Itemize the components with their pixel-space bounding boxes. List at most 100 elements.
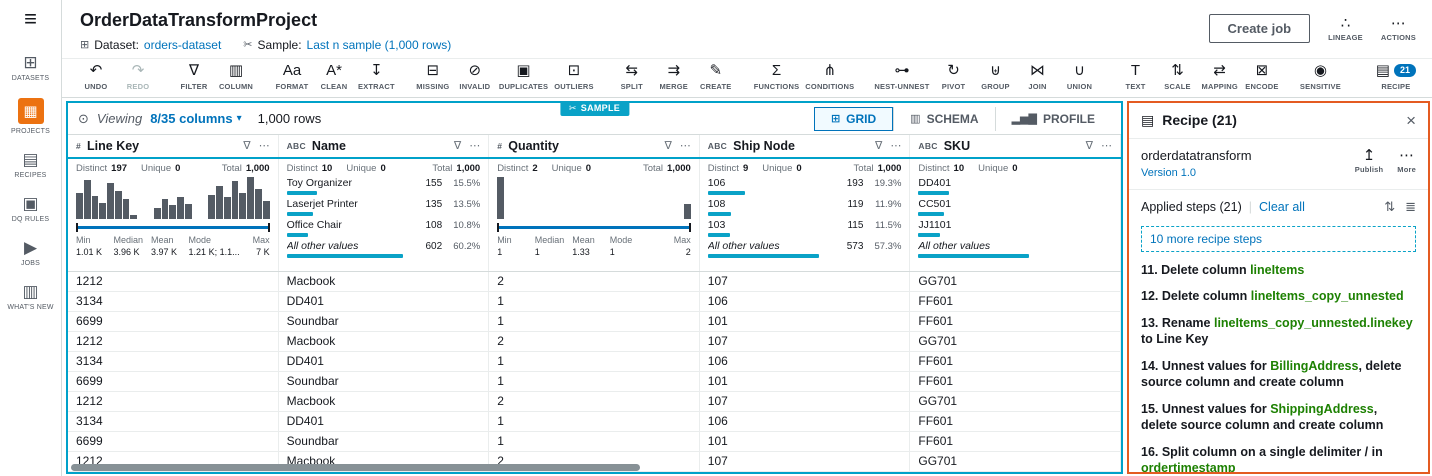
slider-handle-right[interactable] bbox=[267, 222, 270, 232]
recipe-toggle-button[interactable]: ▤ 21 RECIPE bbox=[1376, 62, 1422, 91]
table-cell[interactable]: FF601 bbox=[910, 431, 1121, 451]
tab-profile[interactable]: ▂▅▇ PROFILE bbox=[994, 106, 1111, 131]
column-more-icon[interactable]: ⋯ bbox=[680, 139, 691, 152]
toolbar-outliers-button[interactable]: ⊡ OUTLIERS bbox=[552, 62, 596, 91]
table-cell[interactable]: 1212 bbox=[68, 391, 279, 411]
table-cell[interactable]: 101 bbox=[700, 431, 911, 451]
table-row[interactable]: 1212 Macbook 2 107 GG701 bbox=[68, 331, 1121, 352]
column-more-icon[interactable]: ⋯ bbox=[259, 139, 270, 152]
toolbar-text-button[interactable]: T TEXT bbox=[1116, 62, 1156, 91]
recipe-step[interactable]: 13. Rename lineItems_copy_unnested.linek… bbox=[1141, 315, 1416, 348]
value-entry[interactable]: DD401 bbox=[918, 177, 1112, 195]
publish-button[interactable]: ↥ Publish bbox=[1355, 148, 1384, 174]
value-entry[interactable]: All other values 602 60.2% bbox=[286, 240, 480, 258]
table-cell[interactable]: GG701 bbox=[910, 331, 1121, 351]
recipe-step[interactable]: 16. Split column on a single delimiter /… bbox=[1141, 444, 1416, 472]
table-cell[interactable]: 1212 bbox=[68, 271, 279, 291]
close-icon[interactable]: × bbox=[1406, 112, 1416, 129]
table-cell[interactable]: Soundbar bbox=[279, 431, 490, 451]
toolbar-pivot-button[interactable]: ↻ PIVOT bbox=[934, 62, 974, 91]
value-entry[interactable]: Office Chair 108 10.8% bbox=[286, 219, 480, 237]
table-row[interactable]: 6699 Soundbar 1 101 FF601 bbox=[68, 311, 1121, 332]
table-cell[interactable]: GG701 bbox=[910, 271, 1121, 291]
table-cell[interactable]: 2 bbox=[489, 391, 700, 411]
filter-icon[interactable]: ∇ bbox=[664, 139, 671, 152]
column-header-line-key[interactable]: # Line Key ∇ ⋯ bbox=[68, 134, 279, 157]
filter-icon[interactable]: ∇ bbox=[1086, 139, 1093, 152]
lineage-button[interactable]: ∴ LINEAGE bbox=[1328, 16, 1363, 42]
sidebar-item-dq-rules[interactable]: ▣ DQ RULES bbox=[7, 187, 53, 231]
table-cell[interactable]: 1 bbox=[489, 431, 700, 451]
table-row[interactable]: 1212 Macbook 2 107 GG701 bbox=[68, 271, 1121, 292]
sidebar-item-datasets[interactable]: ⊞ DATASETS bbox=[7, 46, 53, 90]
recipe-more-button[interactable]: ⋯ More bbox=[1397, 148, 1416, 174]
table-cell[interactable]: FF601 bbox=[910, 311, 1121, 331]
table-cell[interactable]: 107 bbox=[700, 391, 911, 411]
toolbar-nest-unnest-button[interactable]: ⊶ NEST-UNNEST bbox=[872, 62, 931, 91]
toolbar-conditions-button[interactable]: ⋔ CONDITIONS bbox=[803, 62, 856, 91]
sidebar-item-whats-new[interactable]: ▥ WHAT'S NEW bbox=[7, 275, 53, 319]
column-header-sku[interactable]: ABC SKU ∇ ⋯ bbox=[910, 134, 1121, 157]
table-row[interactable]: 6699 Soundbar 1 101 FF601 bbox=[68, 431, 1121, 452]
toolbar-duplicates-button[interactable]: ▣ DUPLICATES bbox=[497, 62, 550, 91]
table-cell[interactable]: 106 bbox=[700, 291, 911, 311]
column-header-ship-node[interactable]: ABC Ship Node ∇ ⋯ bbox=[700, 134, 911, 157]
slider-handle-right[interactable] bbox=[688, 222, 691, 232]
table-cell[interactable]: Macbook bbox=[279, 331, 490, 351]
recipe-step[interactable]: 15. Unnest values for ShippingAddress, d… bbox=[1141, 401, 1416, 434]
columns-selector[interactable]: 8/35 columns ▾ bbox=[150, 111, 241, 126]
range-slider[interactable] bbox=[497, 222, 691, 232]
value-entry[interactable]: CC501 bbox=[918, 198, 1112, 216]
table-cell[interactable]: 1 bbox=[489, 411, 700, 431]
table-cell[interactable]: 3134 bbox=[68, 291, 279, 311]
toolbar-sensitive-button[interactable]: ◉ SENSITIVE bbox=[1298, 62, 1343, 91]
horizontal-scrollbar[interactable] bbox=[71, 464, 640, 471]
table-cell[interactable]: 3134 bbox=[68, 411, 279, 431]
table-cell[interactable]: 6699 bbox=[68, 311, 279, 331]
create-job-button[interactable]: Create job bbox=[1208, 14, 1311, 43]
table-cell[interactable]: 1 bbox=[489, 311, 700, 331]
value-entry[interactable]: All other values bbox=[918, 240, 1112, 258]
table-cell[interactable]: DD401 bbox=[279, 291, 490, 311]
tab-grid[interactable]: ⊞ GRID bbox=[813, 106, 894, 131]
toolbar-group-button[interactable]: ⊎ GROUP bbox=[976, 62, 1016, 91]
actions-button[interactable]: ⋯ ACTIONS bbox=[1381, 16, 1416, 42]
toolbar-mapping-button[interactable]: ⇄ MAPPING bbox=[1200, 62, 1240, 91]
recipe-step[interactable]: 11. Delete column lineItems bbox=[1141, 262, 1416, 279]
filter-icon[interactable]: ∇ bbox=[454, 139, 461, 152]
table-cell[interactable]: Macbook bbox=[279, 391, 490, 411]
sidebar-item-projects[interactable]: ▦ PROJECTS bbox=[7, 90, 53, 143]
clear-all-link[interactable]: Clear all bbox=[1259, 200, 1305, 214]
toolbar-functions-button[interactable]: Σ FUNCTIONS bbox=[752, 62, 802, 91]
table-cell[interactable]: 3134 bbox=[68, 351, 279, 371]
toolbar-filter-button[interactable]: ∇ FILTER bbox=[174, 62, 214, 91]
sidebar-item-recipes[interactable]: ▤ RECIPES bbox=[7, 143, 53, 187]
menu-icon[interactable]: ≡ bbox=[24, 8, 37, 30]
table-cell[interactable]: 2 bbox=[489, 271, 700, 291]
column-more-icon[interactable]: ⋯ bbox=[890, 139, 901, 152]
range-slider[interactable] bbox=[76, 222, 270, 232]
table-cell[interactable]: 1 bbox=[489, 371, 700, 391]
filter-icon[interactable]: ∇ bbox=[875, 139, 882, 152]
toolbar-scale-button[interactable]: ⇅ SCALE bbox=[1158, 62, 1198, 91]
value-entry[interactable]: Laserjet Printer 135 13.5% bbox=[286, 198, 480, 216]
sidebar-item-jobs[interactable]: ▶ JOBS bbox=[7, 231, 53, 275]
slider-handle-left[interactable] bbox=[76, 222, 78, 232]
toolbar-encode-button[interactable]: ⊠ ENCODE bbox=[1242, 62, 1282, 91]
table-cell[interactable]: 107 bbox=[700, 451, 911, 471]
table-cell[interactable]: DD401 bbox=[279, 411, 490, 431]
toolbar-clean-button[interactable]: A* CLEAN bbox=[314, 62, 354, 91]
sample-link[interactable]: Last n sample (1,000 rows) bbox=[307, 38, 452, 52]
table-row[interactable]: 6699 Soundbar 1 101 FF601 bbox=[68, 371, 1121, 392]
list-view-icon[interactable]: ≣ bbox=[1405, 199, 1416, 215]
recipe-version-link[interactable]: Version 1.0 bbox=[1141, 167, 1252, 179]
value-entry[interactable]: 108 119 11.9% bbox=[707, 198, 901, 216]
slider-handle-left[interactable] bbox=[497, 222, 500, 232]
toolbar-join-button[interactable]: ⋈ JOIN bbox=[1018, 62, 1058, 91]
column-more-icon[interactable]: ⋯ bbox=[469, 139, 480, 152]
toolbar-create-button[interactable]: ✎ CREATE bbox=[696, 62, 736, 91]
toolbar-union-button[interactable]: ∪ UNION bbox=[1060, 62, 1100, 91]
recipe-step[interactable]: 12. Delete column lineItems_copy_unneste… bbox=[1141, 288, 1416, 305]
toolbar-merge-button[interactable]: ⇉ MERGE bbox=[654, 62, 694, 91]
table-cell[interactable]: 101 bbox=[700, 371, 911, 391]
